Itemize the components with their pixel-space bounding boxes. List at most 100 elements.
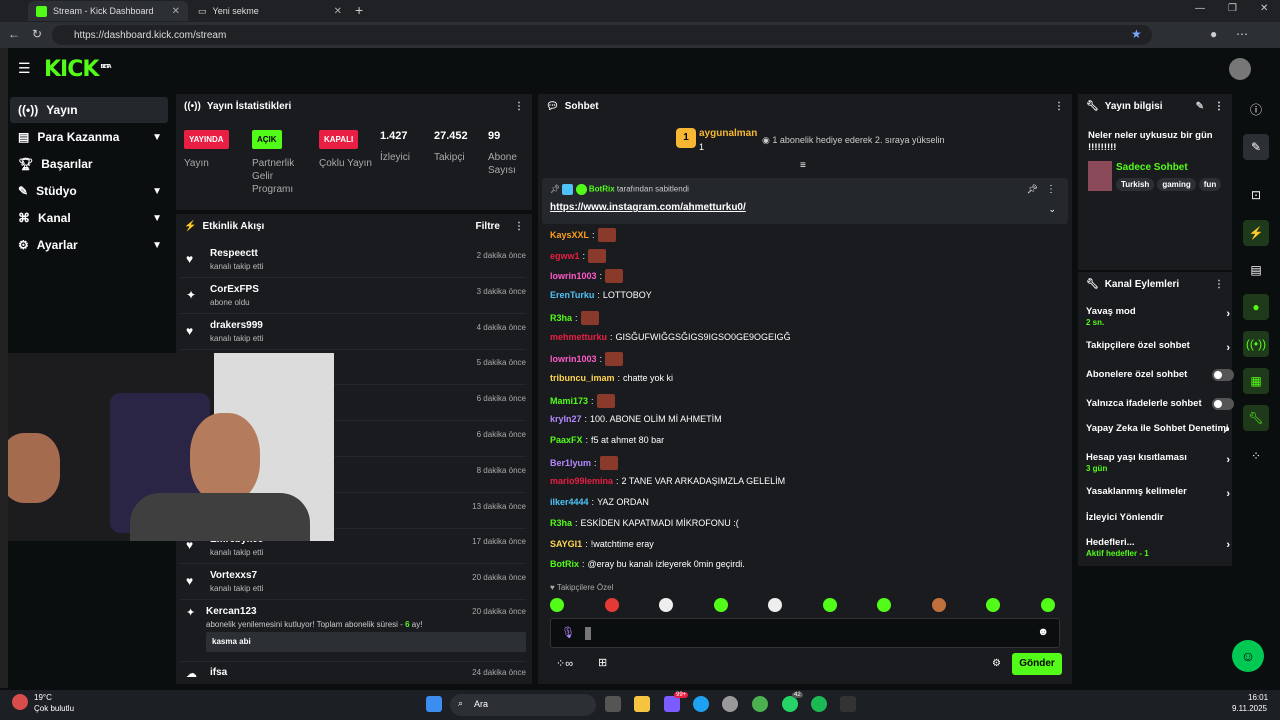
refresh-icon[interactable]: ↻ — [32, 27, 42, 41]
record-icon[interactable]: ⊡ — [1243, 182, 1269, 208]
tag[interactable]: gaming — [1157, 178, 1196, 191]
chat-username[interactable]: BotRix — [550, 559, 579, 569]
more-options-icon[interactable]: ⋮ — [1214, 279, 1224, 290]
chrome-icon[interactable] — [752, 696, 768, 712]
chat-username[interactable]: R3ha — [550, 518, 572, 528]
scroll-down-icon[interactable]: ≡ — [800, 160, 806, 171]
app-icon[interactable] — [840, 696, 856, 712]
lightning-icon[interactable]: ⚡ — [1243, 220, 1269, 246]
quick-emote[interactable] — [604, 598, 619, 612]
store-icon[interactable]: ⊞ — [598, 656, 607, 669]
menu-dots-icon[interactable]: ⋯ — [1236, 27, 1248, 41]
edge-icon[interactable] — [693, 696, 709, 712]
sidebar-item-para-kazanma[interactable]: ▤ Para Kazanma ▼ — [10, 124, 168, 150]
document-icon[interactable]: ▤ — [1243, 257, 1269, 283]
top-gifter-name[interactable]: aygunalman — [699, 128, 757, 139]
chat-username[interactable]: ilker4444 — [550, 497, 589, 507]
chat-username[interactable]: SAYGI1 — [550, 539, 582, 549]
chat-username[interactable]: R3ha — [550, 313, 572, 323]
channel-action[interactable]: Yapay Zeka ile Sohbet Denetimi ↗ — [1086, 423, 1230, 435]
chat-username[interactable]: mario99lemina — [550, 476, 613, 486]
toggle-switch[interactable] — [1212, 369, 1234, 381]
more-options-icon[interactable]: ⋮ — [514, 101, 524, 112]
wrench-icon[interactable]: 🔧︎ — [1243, 405, 1269, 431]
sidebar-item-studyo[interactable]: ✎ Stüdyo ▼ — [10, 178, 168, 204]
broadcast-icon[interactable]: ((•)) — [1243, 331, 1269, 357]
chat-username[interactable]: Ber1lyum — [550, 458, 591, 468]
stack-icon[interactable]: ▦ — [1243, 368, 1269, 394]
quick-emote[interactable] — [986, 598, 1000, 612]
gear-icon[interactable]: ⚙ — [992, 658, 1001, 669]
back-icon[interactable]: ← — [8, 27, 20, 41]
quick-emote[interactable] — [768, 598, 782, 612]
close-tab-icon[interactable]: ✕ — [334, 6, 342, 17]
quick-emote[interactable] — [1040, 598, 1055, 612]
toggle-switch[interactable] — [1212, 398, 1234, 410]
chat-username[interactable]: kryln27 — [550, 414, 582, 424]
quick-emote[interactable] — [659, 598, 673, 612]
url-field[interactable]: https://dashboard.kick.com/stream — [52, 25, 1152, 45]
maximize-icon[interactable]: ❐ — [1228, 3, 1237, 14]
quick-emote[interactable] — [550, 598, 564, 612]
quick-emote[interactable] — [822, 598, 837, 612]
info-icon[interactable]: ⓘ — [1243, 96, 1269, 122]
chat-username[interactable]: Mami173 — [550, 396, 588, 406]
chat-username[interactable]: egww1 — [550, 251, 580, 261]
sidebar-item-yayin[interactable]: ((•)) Yayın — [10, 97, 168, 123]
spotify-icon[interactable] — [811, 696, 827, 712]
channel-action[interactable]: Yalnızca ifadelerle sohbet — [1086, 398, 1234, 410]
profile-icon[interactable]: ● — [1210, 27, 1217, 41]
filter-button[interactable]: Filtre — [476, 221, 500, 232]
discord-icon[interactable] — [664, 696, 680, 712]
sidebar-item-kanal[interactable]: ⌘ Kanal ▼ — [10, 205, 168, 231]
chat-bubble-icon[interactable]: ● — [1243, 294, 1269, 320]
windows-start-icon[interactable] — [426, 696, 442, 712]
microphone-icon[interactable]: 🎙︎ — [561, 626, 575, 639]
channel-action[interactable]: Yavaş mod 2 sn. › — [1086, 306, 1230, 328]
chevron-down-icon[interactable]: ⌄ — [1048, 204, 1056, 215]
send-button[interactable]: Gönder — [1012, 653, 1062, 675]
kick-logo[interactable]: KICK BETA — [44, 57, 112, 82]
obs-icon[interactable] — [722, 696, 738, 712]
channel-action[interactable]: Abonelere özel sohbet — [1086, 369, 1234, 381]
tag[interactable]: fun — [1198, 178, 1222, 191]
sidebar-item-ayarlar[interactable]: ⚙ Ayarlar ▼ — [10, 232, 168, 258]
close-window-icon[interactable]: ✕ — [1260, 3, 1268, 14]
task-view-icon[interactable] — [605, 696, 621, 712]
category-thumbnail[interactable] — [1088, 161, 1112, 191]
chat-username[interactable]: tribuncu_imam — [550, 373, 615, 383]
more-options-icon[interactable]: ⋮ — [514, 221, 524, 232]
tab-kick-dashboard[interactable]: Stream - Kick Dashboard ✕ — [28, 1, 188, 21]
taskbar-search[interactable]: ⌕ Ara — [450, 694, 596, 716]
chat-username[interactable]: ErenTurku — [550, 290, 594, 300]
channel-action[interactable]: Hedefleri... Aktif hedefler - 1 › — [1086, 537, 1230, 559]
edit-icon[interactable]: ✎ — [1243, 134, 1269, 160]
pin-icon[interactable]: 📌︎ — [1027, 184, 1038, 195]
channel-action[interactable]: Hesap yaşı kısıtlaması 3 gün › — [1086, 452, 1230, 474]
apps-icon[interactable]: ⁘ — [1243, 443, 1269, 469]
emoji-icon[interactable]: ☻ — [1037, 626, 1049, 638]
chat-input[interactable]: 🎙︎ ☻ — [550, 618, 1060, 648]
more-options-icon[interactable]: ⋮ — [1214, 101, 1224, 112]
chat-username[interactable]: lowrin1003 — [550, 354, 597, 364]
category-link[interactable]: Sadece Sohbet — [1116, 162, 1188, 173]
new-tab-plus-icon[interactable]: + — [355, 2, 363, 18]
chat-username[interactable]: lowrin1003 — [550, 271, 597, 281]
more-options-icon[interactable]: ⋮ — [1054, 101, 1064, 112]
file-explorer-icon[interactable] — [634, 696, 650, 712]
quick-emote[interactable] — [931, 598, 946, 612]
favorite-star-icon[interactable]: ★ — [1131, 27, 1142, 41]
pinned-link[interactable]: https://www.instagram.com/ahmetturku0/ — [550, 202, 746, 213]
chat-username[interactable]: PaaxFX — [550, 435, 583, 445]
sidebar-item-basarilar[interactable]: 🏆︎ Başarılar — [10, 151, 168, 177]
whatsapp-icon[interactable] — [782, 696, 798, 712]
tag[interactable]: Turkish — [1116, 178, 1155, 191]
channel-action[interactable]: Yasaklanmış kelimeler › — [1086, 486, 1230, 500]
quick-emote[interactable] — [877, 598, 891, 612]
quick-emote[interactable] — [713, 598, 728, 612]
support-chat-icon[interactable]: ☺ — [1232, 640, 1264, 672]
avatar[interactable] — [1229, 58, 1251, 80]
channel-action[interactable]: İzleyici Yönlendir — [1086, 512, 1230, 523]
edit-icon[interactable]: ✎ — [1196, 101, 1204, 112]
chat-tools-icon[interactable]: ⁘∞ — [556, 657, 573, 670]
